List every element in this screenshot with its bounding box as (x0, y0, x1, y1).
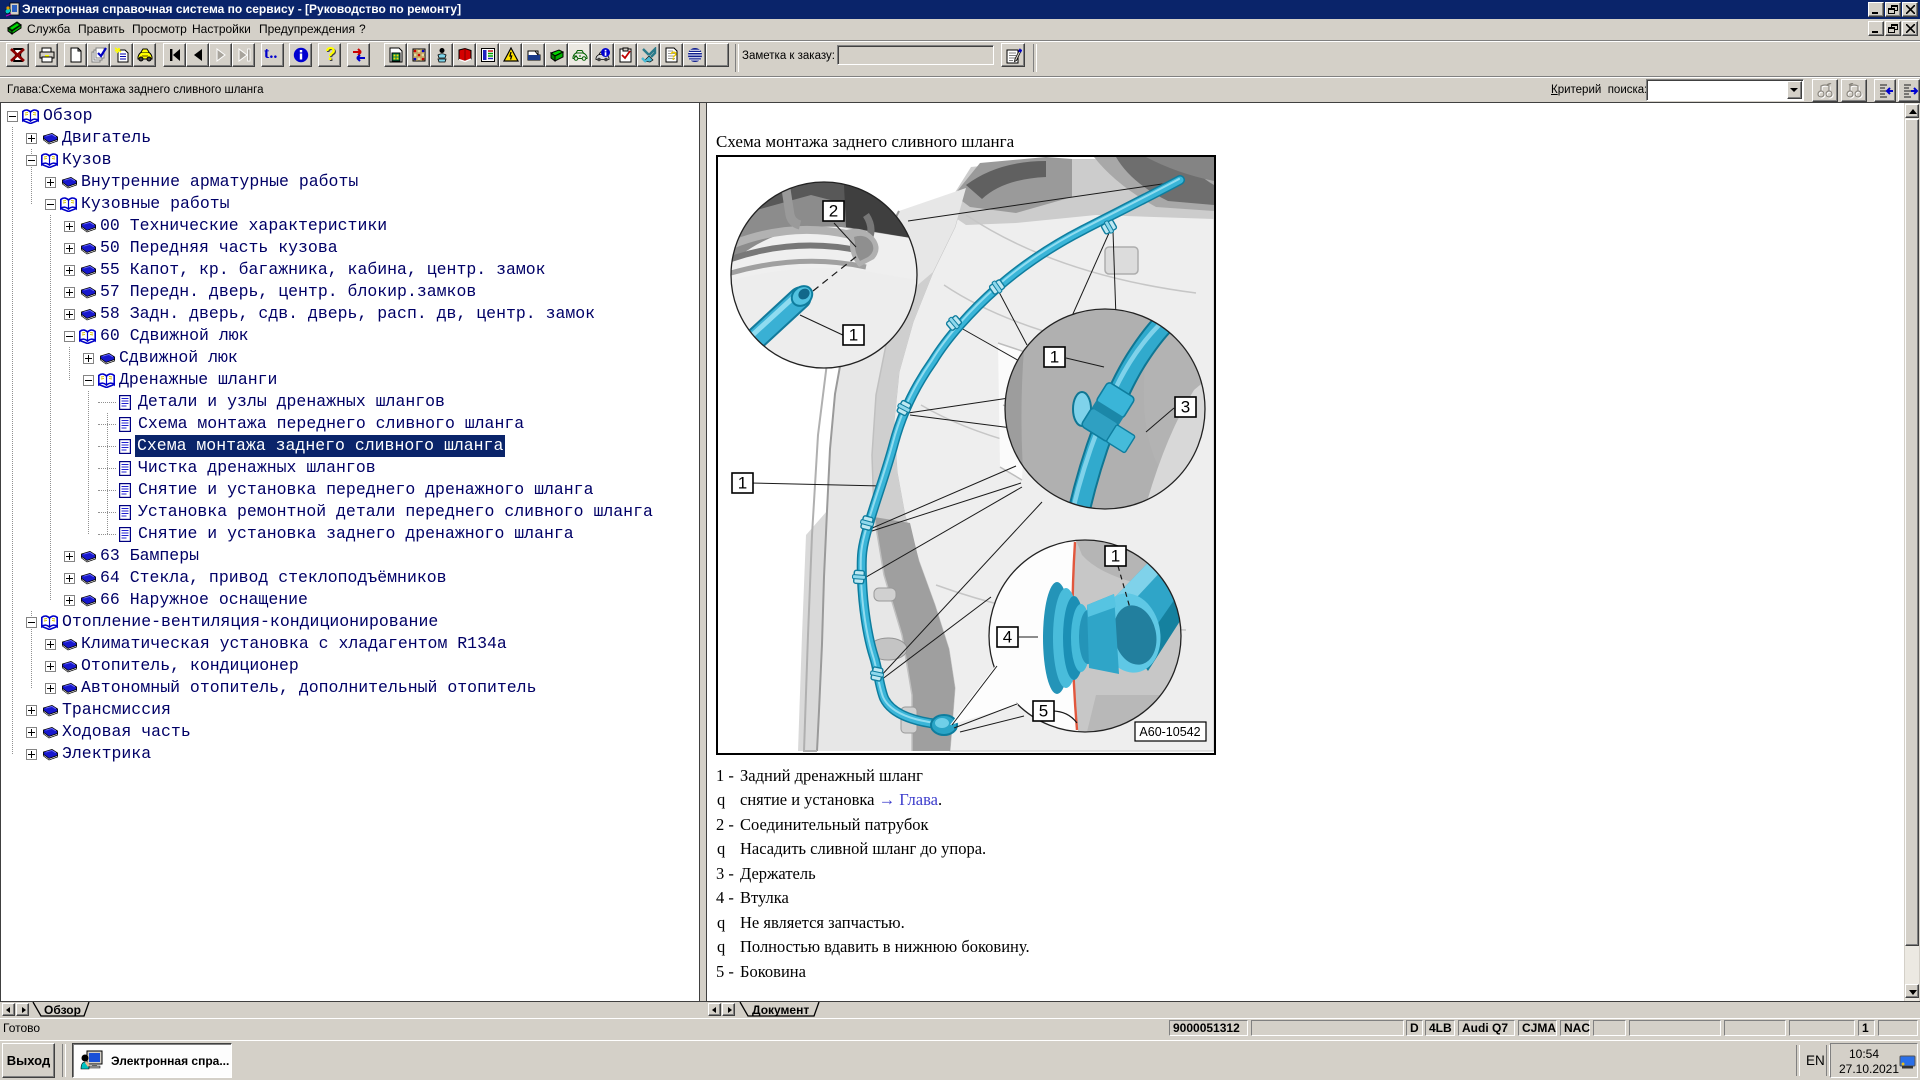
svg-text:3: 3 (1181, 398, 1190, 417)
svg-text:?: ? (670, 49, 677, 63)
svg-text:5: 5 (1039, 702, 1048, 721)
svg-text:A60-10542: A60-10542 (1139, 725, 1200, 739)
svg-text:4: 4 (1003, 628, 1012, 647)
svg-text:2: 2 (829, 202, 838, 221)
svg-text:1: 1 (849, 326, 858, 345)
svg-text:1: 1 (1050, 348, 1059, 367)
svg-text:1: 1 (1111, 547, 1120, 566)
svg-text:1: 1 (738, 474, 747, 493)
